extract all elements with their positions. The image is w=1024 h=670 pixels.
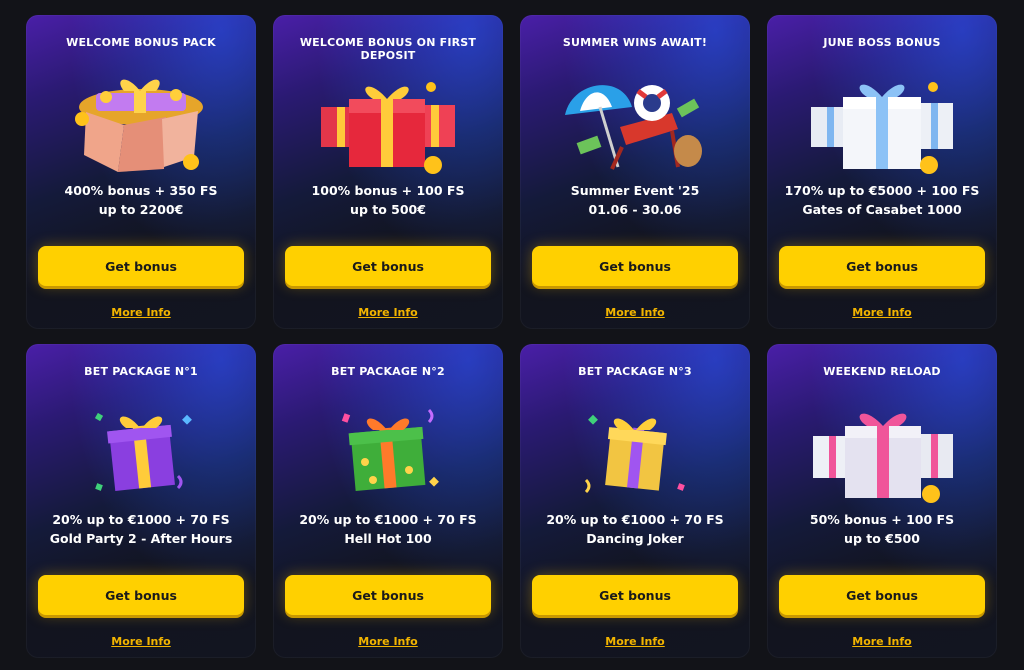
green-gift-box-icon: [341, 408, 439, 491]
bonus-grid: WELCOME BONUS PACK 400% bonus + 350 FS u…: [26, 15, 997, 658]
bonus-description: Summer Event '25 01.06 - 30.06: [526, 181, 744, 219]
bonus-card-summer: SUMMER WINS AWAIT! Summer Event '25 01.0…: [520, 15, 750, 329]
bonus-card-bet-package-1: BET PACKAGE N°1 20% up to €1000 + 70 FS …: [26, 344, 256, 658]
more-info-wrapper: More Info: [273, 630, 503, 649]
bonus-description: 20% up to €1000 + 70 FS Hell Hot 100: [279, 510, 497, 548]
bonus-line-2: Hell Hot 100: [344, 531, 432, 546]
bonus-line-1: Summer Event '25: [570, 183, 700, 198]
get-bonus-button[interactable]: Get bonus: [38, 575, 244, 615]
beach-chair-umbrella-icon: [565, 85, 702, 170]
bonus-line-2: up to 2200€: [98, 202, 184, 217]
bonus-line-1: 20% up to €1000 + 70 FS: [546, 512, 724, 527]
bonus-line-2: 01.06 - 30.06: [588, 202, 682, 217]
bonus-line-1: 100% bonus + 100 FS: [311, 183, 465, 198]
more-info-wrapper: More Info: [767, 301, 997, 320]
get-bonus-button[interactable]: Get bonus: [38, 246, 244, 286]
gold-gift-box-icon: [584, 414, 685, 494]
bonus-card-june-boss: JUNE BOSS BONUS 170% up to €5000 + 100 F…: [767, 15, 997, 329]
more-info-link[interactable]: More Info: [605, 306, 665, 319]
bonus-line-1: 20% up to €1000 + 70 FS: [299, 512, 477, 527]
card-title: WELCOME BONUS PACK: [66, 36, 216, 49]
card-title: BET PACKAGE N°1: [84, 365, 198, 378]
red-gift-boxes-icon: [321, 82, 455, 174]
more-info-link[interactable]: More Info: [111, 306, 171, 319]
purple-gift-box-icon: [94, 412, 192, 491]
bonus-description: 170% up to €5000 + 100 FS Gates of Casab…: [773, 181, 991, 219]
get-bonus-button[interactable]: Get bonus: [779, 575, 985, 615]
more-info-wrapper: More Info: [26, 301, 256, 320]
more-info-wrapper: More Info: [273, 301, 503, 320]
card-title: BET PACKAGE N°2: [331, 365, 445, 378]
get-bonus-button[interactable]: Get bonus: [532, 575, 738, 615]
card-title: WELCOME BONUS ON FIRST DEPOSIT: [299, 36, 477, 62]
more-info-link[interactable]: More Info: [111, 635, 171, 648]
white-gift-boxes-icon: [811, 82, 953, 174]
card-title: BET PACKAGE N°3: [578, 365, 692, 378]
bonus-line-2: Gates of Casabet 1000: [802, 202, 962, 217]
card-title: WEEKEND RELOAD: [823, 365, 941, 378]
bonus-line-2: Dancing Joker: [586, 531, 684, 546]
bonus-description: 100% bonus + 100 FS up to 500€: [279, 181, 497, 219]
bonus-card-welcome-pack: WELCOME BONUS PACK 400% bonus + 350 FS u…: [26, 15, 256, 329]
more-info-link[interactable]: More Info: [852, 306, 912, 319]
get-bonus-button[interactable]: Get bonus: [285, 246, 491, 286]
more-info-link[interactable]: More Info: [358, 306, 418, 319]
bonus-description: 400% bonus + 350 FS up to 2200€: [32, 181, 250, 219]
bonus-card-first-deposit: WELCOME BONUS ON FIRST DEPOSIT 100% bonu…: [273, 15, 503, 329]
more-info-wrapper: More Info: [26, 630, 256, 649]
bonus-line-2: up to €500: [844, 531, 920, 546]
bonus-line-1: 170% up to €5000 + 100 FS: [784, 183, 980, 198]
more-info-wrapper: More Info: [520, 630, 750, 649]
bonus-line-2: up to 500€: [350, 202, 426, 217]
bonus-card-weekend-reload: WEEKEND RELOAD 50% bonus + 100 FS up to …: [767, 344, 997, 658]
bonus-line-1: 400% bonus + 350 FS: [64, 183, 218, 198]
bonus-description: 20% up to €1000 + 70 FS Gold Party 2 - A…: [32, 510, 250, 548]
card-title: JUNE BOSS BONUS: [823, 36, 941, 49]
more-info-link[interactable]: More Info: [605, 635, 665, 648]
pink-white-gift-boxes-icon: [813, 413, 953, 503]
bonus-description: 20% up to €1000 + 70 FS Dancing Joker: [526, 510, 744, 548]
bonus-line-1: 50% bonus + 100 FS: [809, 512, 955, 527]
bonus-line-1: 20% up to €1000 + 70 FS: [52, 512, 230, 527]
bonus-card-bet-package-3: BET PACKAGE N°3 20% up to €1000 + 70 FS …: [520, 344, 750, 658]
more-info-link[interactable]: More Info: [852, 635, 912, 648]
more-info-wrapper: More Info: [520, 301, 750, 320]
gift-pack-with-gold-icon: [75, 79, 203, 172]
more-info-wrapper: More Info: [767, 630, 997, 649]
get-bonus-button[interactable]: Get bonus: [779, 246, 985, 286]
card-title: SUMMER WINS AWAIT!: [562, 36, 708, 49]
get-bonus-button[interactable]: Get bonus: [532, 246, 738, 286]
bonus-description: 50% bonus + 100 FS up to €500: [773, 510, 991, 548]
bonus-card-bet-package-2: BET PACKAGE N°2 20% up to €1000 + 70 FS …: [273, 344, 503, 658]
get-bonus-button[interactable]: Get bonus: [285, 575, 491, 615]
bonus-line-2: Gold Party 2 - After Hours: [49, 531, 233, 546]
more-info-link[interactable]: More Info: [358, 635, 418, 648]
